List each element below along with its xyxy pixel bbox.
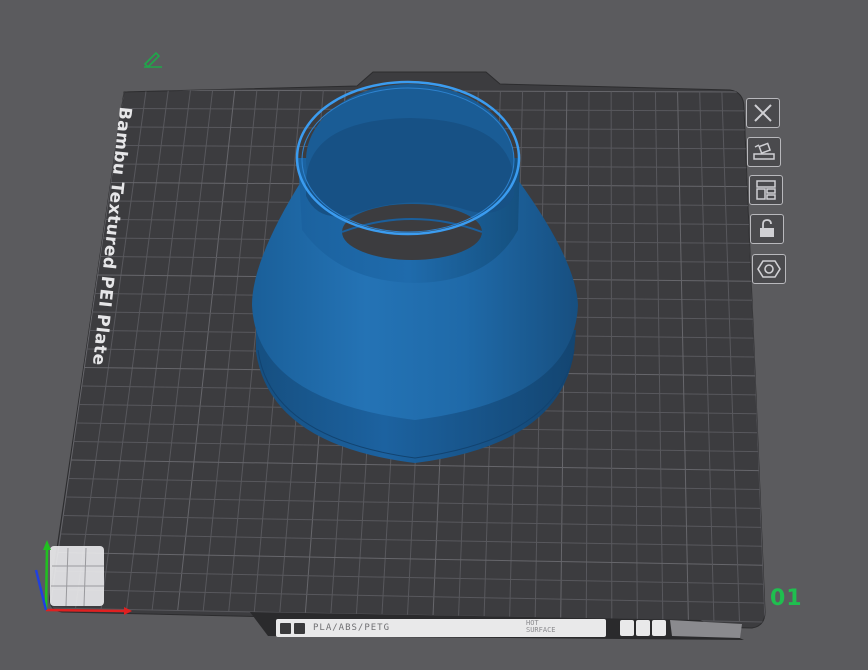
axis-y: [44, 547, 49, 611]
plate-material-text: PLA/ABS/PETG: [313, 623, 391, 633]
arrange-button[interactable]: [749, 175, 783, 205]
auto-orient-button[interactable]: [747, 137, 781, 167]
3d-viewport[interactable]: [0, 0, 868, 670]
plate-settings-button[interactable]: [752, 254, 786, 284]
arrange-icon: [756, 180, 776, 200]
lock-plate-button[interactable]: [750, 214, 784, 244]
square-icon: [636, 620, 650, 636]
pencil-icon: [143, 51, 162, 69]
lock-icon: [760, 219, 774, 237]
orient-icon: [753, 142, 775, 160]
hot-surface-warning: HOT SURFACE: [526, 619, 556, 634]
hex-settings-icon: [757, 260, 781, 278]
edit-plate-name-button[interactable]: [140, 48, 166, 70]
arrow-up-icon: [620, 620, 634, 636]
plate-logo-icon-2: [294, 622, 305, 634]
close-icon: [754, 104, 772, 122]
plate-strip-icons: [620, 620, 666, 636]
axis-x: [45, 608, 125, 613]
plate-logo-icon: [280, 622, 291, 634]
arrow-up-icon-2: [652, 620, 666, 636]
plate-info-strip: PLA/ABS/PETG HOT SURFACE: [276, 619, 606, 637]
axis-z: [34, 569, 48, 611]
close-plate-button[interactable]: [746, 98, 780, 128]
plate-number[interactable]: 01: [770, 586, 803, 611]
